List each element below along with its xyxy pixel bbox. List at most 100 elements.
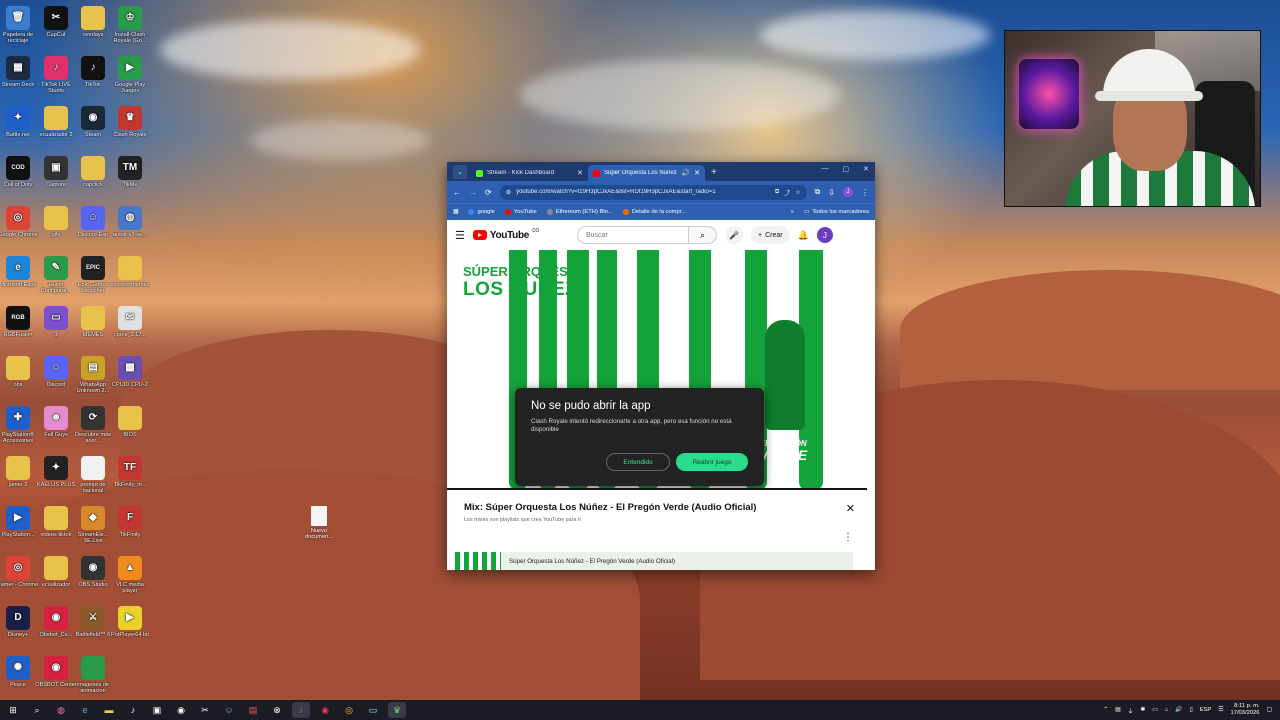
video-art-title: SÚPER ORQUESTA LOS NUÑEZ	[463, 264, 584, 301]
obsbot-icon[interactable]: ◉	[316, 702, 334, 718]
desktop-icon[interactable]: imagenes de animacion	[71, 656, 115, 695]
desktop-icon[interactable]: BIOS	[108, 406, 152, 438]
xbox-icon[interactable]: ⊗	[268, 702, 286, 718]
new-tab-button[interactable]: +	[711, 167, 717, 178]
capcut-icon[interactable]: ✂	[196, 702, 214, 718]
reload-icon[interactable]: ⟳	[485, 188, 492, 197]
desktop-icon[interactable]: ▩ CPUID CPU-Z	[108, 356, 152, 388]
app-icon: ▶	[118, 56, 142, 80]
display-icon[interactable]: ▭	[1152, 707, 1157, 713]
start-button-windows-icon[interactable]: ⊞	[4, 702, 22, 718]
bookmark-ethereum[interactable]: Ethereum (ETH) Blo...	[546, 209, 613, 215]
dismiss-button[interactable]: Entendido	[606, 453, 670, 471]
desktop-icon[interactable]: sonidos memes	[108, 256, 152, 288]
profile-avatar[interactable]: J	[843, 187, 853, 197]
url-text[interactable]: youtube.com/watch?v=t19H3pCJxAE&list=RDt…	[516, 189, 770, 195]
google-icon	[468, 209, 475, 215]
discord-icon[interactable]: ☺	[220, 702, 238, 718]
maximize-icon[interactable]: ▢	[843, 165, 850, 173]
app-tray-icon[interactable]: ▤	[1115, 707, 1120, 713]
taskbar: ⊞ ⌕ ◍ e ▬ ♪ ▣ ◉ ✂ ☺ ▤ ⊗ ♪ ◉ ◎ ▭ ♛ ⌃ ▤ ⏚ …	[0, 700, 1280, 720]
share-icon[interactable]: ⤴	[784, 188, 790, 197]
playlist-item[interactable]: Súper Orquesta Los Núñez - El Pregón Ver…	[455, 552, 853, 570]
volume-icon[interactable]: 🔊	[1175, 707, 1182, 713]
desktop-icon[interactable]: ▶ Google Play Juegos	[108, 56, 152, 95]
desktop-icon[interactable]: ✉ cpu-z_2.17...	[108, 306, 152, 338]
language-indicator[interactable]: ESP	[1200, 707, 1212, 713]
speaker-icon[interactable]: 🔊	[681, 169, 690, 177]
notifications-icon[interactable]: ▢	[1267, 707, 1272, 713]
search-icon[interactable]: ⌕	[28, 702, 46, 718]
tab-youtube[interactable]: Súper Orquesta Los Nuñez 🔊 ✕	[588, 165, 705, 181]
usb-icon[interactable]: ⏚	[1128, 706, 1134, 715]
account-avatar[interactable]: J	[816, 227, 833, 243]
network-icon[interactable]: ⌂	[1165, 707, 1169, 713]
youtube-logo[interactable]: YouTube CO	[472, 228, 539, 241]
apps-grid-icon[interactable]: ▦	[453, 209, 458, 215]
create-button[interactable]: + Crear	[750, 226, 790, 244]
search-icon[interactable]: ⌕	[688, 226, 717, 244]
tiktok-live-icon[interactable]: ♪	[292, 702, 310, 718]
clash-royale-icon[interactable]: ♛	[388, 702, 406, 718]
site-info-icon[interactable]: ⚙	[506, 189, 511, 196]
bookmark-google[interactable]: google	[468, 209, 495, 215]
search-input[interactable]	[576, 226, 689, 244]
forward-icon[interactable]: →	[469, 188, 477, 197]
file-explorer-icon[interactable]: ▬	[100, 702, 118, 718]
tab-title: Stream - Kick Dashboard	[487, 170, 555, 176]
desktop-icon[interactable]: F TikFinity	[108, 506, 152, 538]
calendar-icon[interactable]: ▤	[244, 702, 262, 718]
video-player[interactable]: SÚPER ORQUESTA LOS NUÑEZ EL PREGÓN VERDE…	[447, 250, 867, 490]
mix-title[interactable]: Mix: Súper Orquesta Los Núñez - El Pregó…	[464, 502, 855, 513]
reopen-game-button[interactable]: Reabrir juego	[676, 453, 748, 471]
desktop-icon[interactable]: ♛ Clash Royale	[108, 106, 152, 138]
edge-icon[interactable]: e	[76, 702, 94, 718]
desktop-icon-label: BIOS	[123, 432, 137, 438]
bookmark-star-icon[interactable]: ☆	[795, 189, 800, 196]
all-bookmarks-button[interactable]: ▭ Todos los marcadores	[804, 209, 869, 215]
wifi-icon[interactable]: ☰	[1218, 707, 1223, 713]
tiktok-icon[interactable]: ♪	[124, 702, 142, 718]
desktop-icon[interactable]: TM TikMe	[108, 156, 152, 188]
copilot-icon[interactable]: ◍	[52, 702, 70, 718]
more-bookmarks-icon[interactable]: »	[791, 209, 794, 215]
back-icon[interactable]: ←	[453, 188, 461, 197]
desktop-icon[interactable]: TF TikFinity_in...	[108, 456, 152, 488]
sky-cloud	[760, 10, 990, 60]
app-icon: ◉	[44, 656, 68, 680]
notifications-bell-icon[interactable]: 🔔	[798, 230, 809, 241]
desktop-icon[interactable]: ▲ VLC media player	[108, 556, 152, 595]
app-icon: TF	[118, 456, 142, 480]
close-icon[interactable]: ✕	[846, 502, 855, 515]
tab-kick-dashboard[interactable]: Stream - Kick Dashboard ✕	[471, 165, 588, 181]
close-tab-icon[interactable]: ✕	[694, 169, 700, 177]
bookmark-purchase-detail[interactable]: Detalle de la compr...	[622, 209, 686, 215]
clock[interactable]: 8:11 p. m. 17/03/2026	[1231, 703, 1260, 717]
tab-search-button[interactable]: ⌄	[453, 165, 467, 179]
desktop-file-new-document[interactable]: Nuevo documen...	[303, 506, 335, 541]
chrome-icon[interactable]: ◎	[340, 702, 358, 718]
close-tab-icon[interactable]: ✕	[577, 169, 583, 177]
battery-icon[interactable]: ▯	[1189, 707, 1192, 713]
downloads-icon[interactable]: ⇩	[828, 188, 835, 197]
microphone-icon[interactable]: 🎤	[724, 226, 743, 244]
bookmark-youtube[interactable]: YouTube	[504, 209, 537, 215]
capture-icon[interactable]: ▣	[148, 702, 166, 718]
menu-icon[interactable]: ⋮	[861, 188, 869, 197]
minimize-icon[interactable]: —	[822, 165, 829, 173]
desktop-icon[interactable]: ♔ Install-Clash Royale (Go...	[108, 6, 152, 45]
obs-icon[interactable]: ◉	[172, 702, 190, 718]
extensions-icon[interactable]: ⧉	[815, 187, 821, 197]
notepad-icon[interactable]: ▭	[364, 702, 382, 718]
close-window-icon[interactable]: ✕	[863, 165, 869, 173]
desktop-icon[interactable]: ▶ PotPlayer64 bit	[108, 606, 152, 638]
chevron-up-icon[interactable]: ⌃	[1103, 707, 1108, 713]
hamburger-menu-icon[interactable]: ☰	[455, 229, 465, 242]
desktop-icon-label: Google Play Juegos	[114, 82, 146, 95]
url-field[interactable]: ⚙ youtube.com/watch?v=t19H3pCJxAE&list=R…	[499, 184, 807, 200]
bluetooth-icon[interactable]: ✱	[1140, 707, 1145, 713]
open-in-app-icon[interactable]: ⧉	[775, 189, 779, 196]
desktop-icon[interactable]: ◍ autoit-v3-se...	[108, 206, 152, 238]
more-options-icon[interactable]: ⋮	[843, 532, 853, 543]
dialog-title: No se pudo abrir la app	[531, 400, 651, 412]
